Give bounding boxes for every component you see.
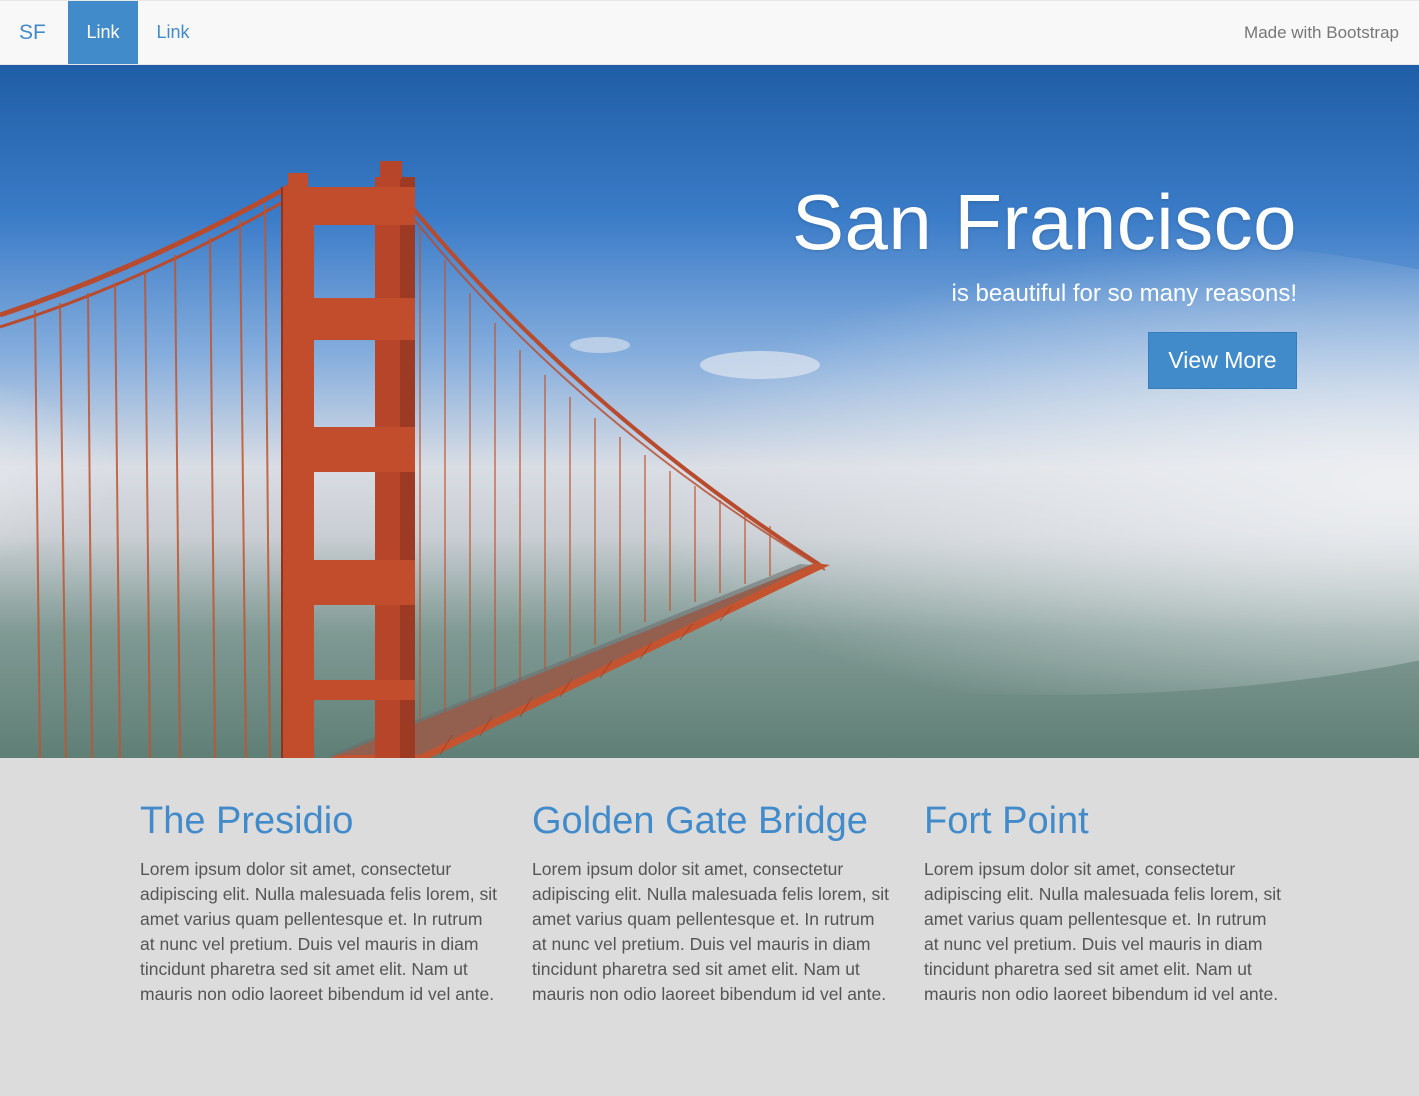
column-heading: Fort Point [924,800,1089,842]
column-body: Lorem ipsum dolor sit amet, consectetur … [140,859,497,1004]
navbar: SF Link Link Made with Bootstrap [0,0,1419,65]
column-heading: Golden Gate Bridge [532,800,868,842]
brand-link[interactable]: SF [19,1,46,65]
column-golden-gate-bridge: Golden Gate Bridge Lorem ipsum dolor sit… [532,800,892,1007]
column-presidio: The Presidio Lorem ipsum dolor sit amet,… [140,800,500,1007]
golden-gate-bridge-photo [0,161,1419,758]
hero-subtitle: is beautiful for so many reasons! [951,280,1297,307]
hero-title: San Francisco [791,178,1297,266]
nav-link-active[interactable]: Link [68,1,138,64]
column-fort-point: Fort Point Lorem ipsum dolor sit amet, c… [924,800,1284,1007]
column-body: Lorem ipsum dolor sit amet, consectetur … [924,859,1281,1004]
navbar-right-text: Made with Bootstrap [1244,23,1399,42]
hero-banner: San Francisco is beautiful for so many r… [0,65,1419,758]
column-heading: The Presidio [140,800,354,842]
column-body: Lorem ipsum dolor sit amet, consectetur … [532,859,889,1004]
view-more-button[interactable]: View More [1148,332,1297,389]
nav-link[interactable]: Link [138,1,208,64]
